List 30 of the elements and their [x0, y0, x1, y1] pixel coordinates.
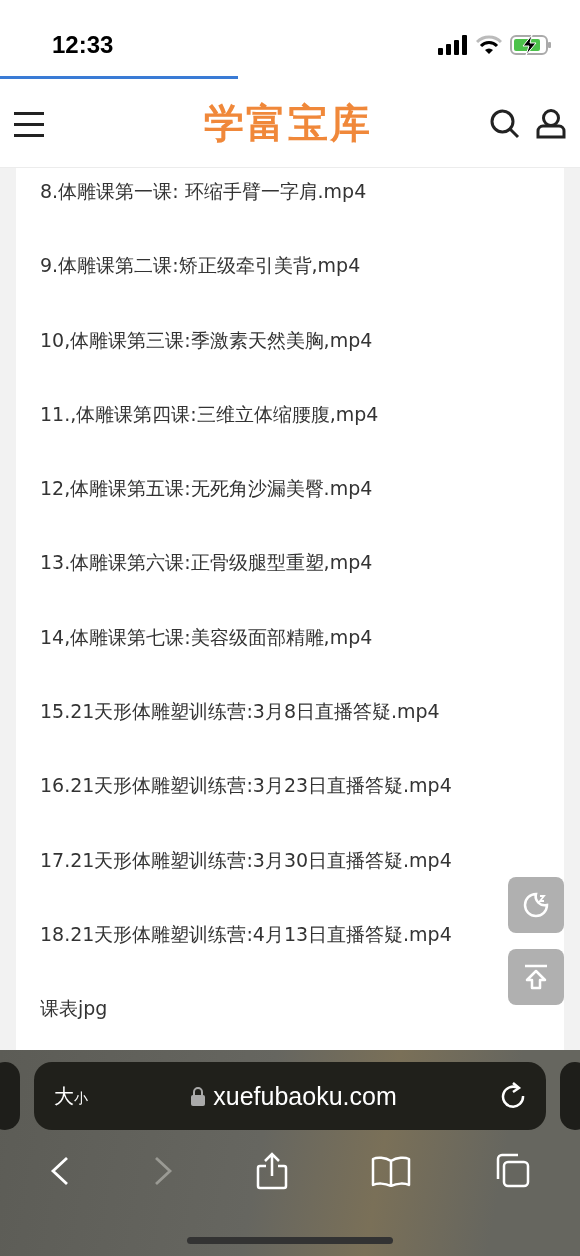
book-icon[interactable] — [371, 1155, 412, 1187]
text-size-button[interactable]: 大小 — [54, 1082, 88, 1110]
file-list-item[interactable]: 17.21天形体雕塑训练营:3月30日直播答疑.mp4 — [40, 836, 452, 885]
user-icon[interactable] — [536, 108, 566, 139]
file-list-item[interactable]: 13.体雕课第六课:正骨级腿型重塑,mp4 — [40, 539, 373, 588]
status-time: 12:33 — [52, 30, 114, 59]
file-list-item[interactable]: 15.21天形体雕塑训练营:3月8日直播答疑.mp4 — [40, 688, 440, 737]
tabs-icon[interactable] — [494, 1153, 531, 1189]
file-list-item[interactable]: 9.体雕课第二课:矫正级牵引美背,mp4 — [40, 242, 361, 291]
reload-icon[interactable] — [500, 1082, 526, 1110]
file-list-item[interactable]: 18.21天形体雕塑训练营:4月13日直播答疑.mp4 — [40, 910, 452, 959]
share-icon[interactable] — [255, 1152, 288, 1190]
file-list-item[interactable]: 12,体雕课第五课:无死角沙漏美臀.mp4 — [40, 465, 373, 514]
back-button[interactable] — [49, 1156, 70, 1186]
file-list-item[interactable]: 11.,体雕课第四课:三维立体缩腰腹,mp4 — [40, 390, 379, 439]
signal-icon — [438, 35, 468, 55]
address-bar[interactable]: 大小 xuefubaoku.com — [34, 1062, 546, 1130]
file-list-item[interactable]: 16.21天形体雕塑训练营:3月23日直播答疑.mp4 — [40, 762, 452, 811]
lock-icon — [191, 1086, 206, 1106]
file-list-item[interactable]: 8.体雕课第一课: 环缩手臂一字肩.mp4 — [40, 168, 367, 216]
file-list-item[interactable]: 14,体雕课第七课:美容级面部精雕,mp4 — [40, 613, 373, 662]
moon-icon — [523, 892, 549, 918]
wifi-icon — [476, 35, 502, 55]
battery-charging-icon — [510, 34, 552, 56]
search-icon[interactable] — [490, 108, 520, 139]
file-list-item[interactable]: 课表jpg — [40, 985, 108, 1034]
menu-icon[interactable] — [14, 110, 46, 137]
url-text: xuefubaoku.com — [213, 1081, 397, 1111]
arrow-up-icon — [522, 963, 550, 991]
file-list-item[interactable]: 10,体雕课第三课:季激素天然美胸,mp4 — [40, 316, 373, 365]
